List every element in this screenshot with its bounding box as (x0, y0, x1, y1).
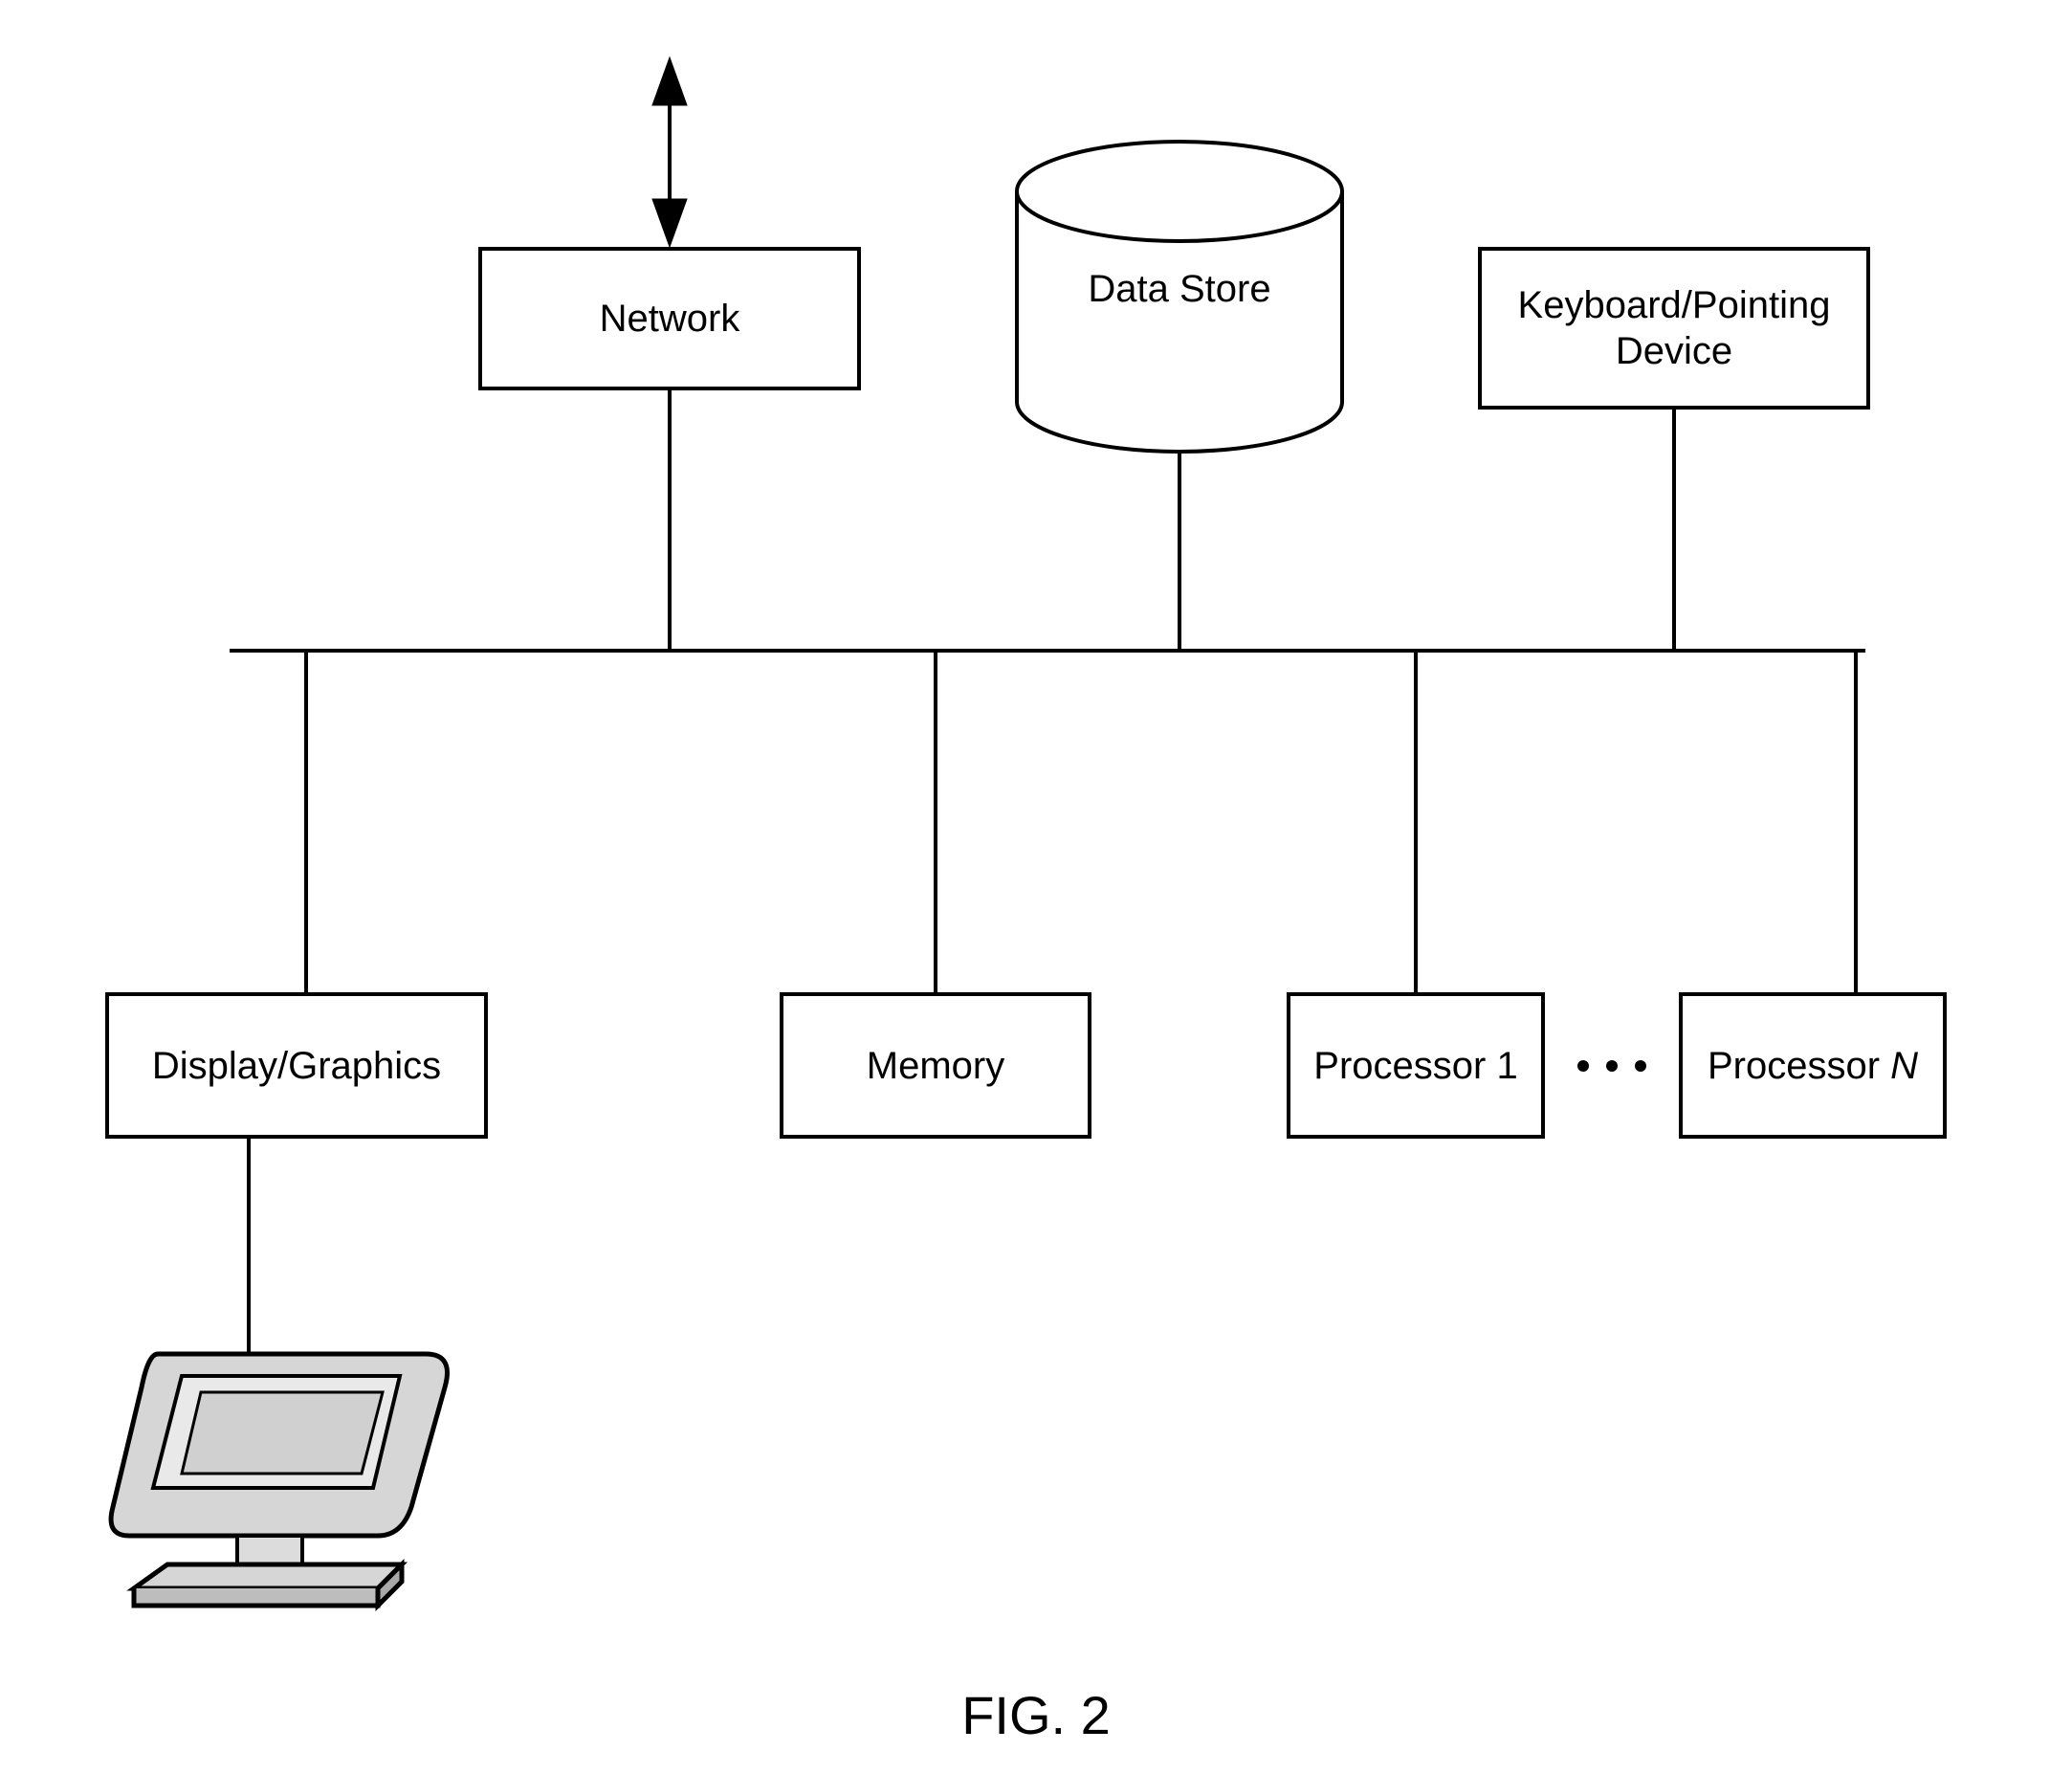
processor-n-prefix: Processor (1708, 1045, 1890, 1087)
processor-n-label: Processor N (1708, 1043, 1918, 1089)
network-node: Network (478, 247, 861, 390)
network-label: Network (600, 296, 740, 342)
memory-node: Memory (780, 992, 1091, 1139)
data-store-label: Data Store (1084, 268, 1275, 311)
keyboard-label: Keyboard/Pointing Device (1489, 282, 1859, 374)
figure-caption: FIG. 2 (0, 1684, 2072, 1746)
ellipsis-icon (1569, 1060, 1655, 1072)
display-graphics-node: Display/Graphics (105, 992, 488, 1139)
processor-n-suffix: N (1890, 1045, 1918, 1087)
processor-n-node: Processor N (1679, 992, 1947, 1139)
diagram-canvas: Network Data Store Keyboard/Pointing Dev… (0, 0, 2072, 1774)
keyboard-node: Keyboard/Pointing Device (1478, 247, 1870, 410)
display-graphics-label: Display/Graphics (152, 1043, 441, 1089)
processor-1-node: Processor 1 (1287, 992, 1545, 1139)
memory-label: Memory (867, 1043, 1004, 1089)
processor-1-label: Processor 1 (1313, 1043, 1517, 1089)
